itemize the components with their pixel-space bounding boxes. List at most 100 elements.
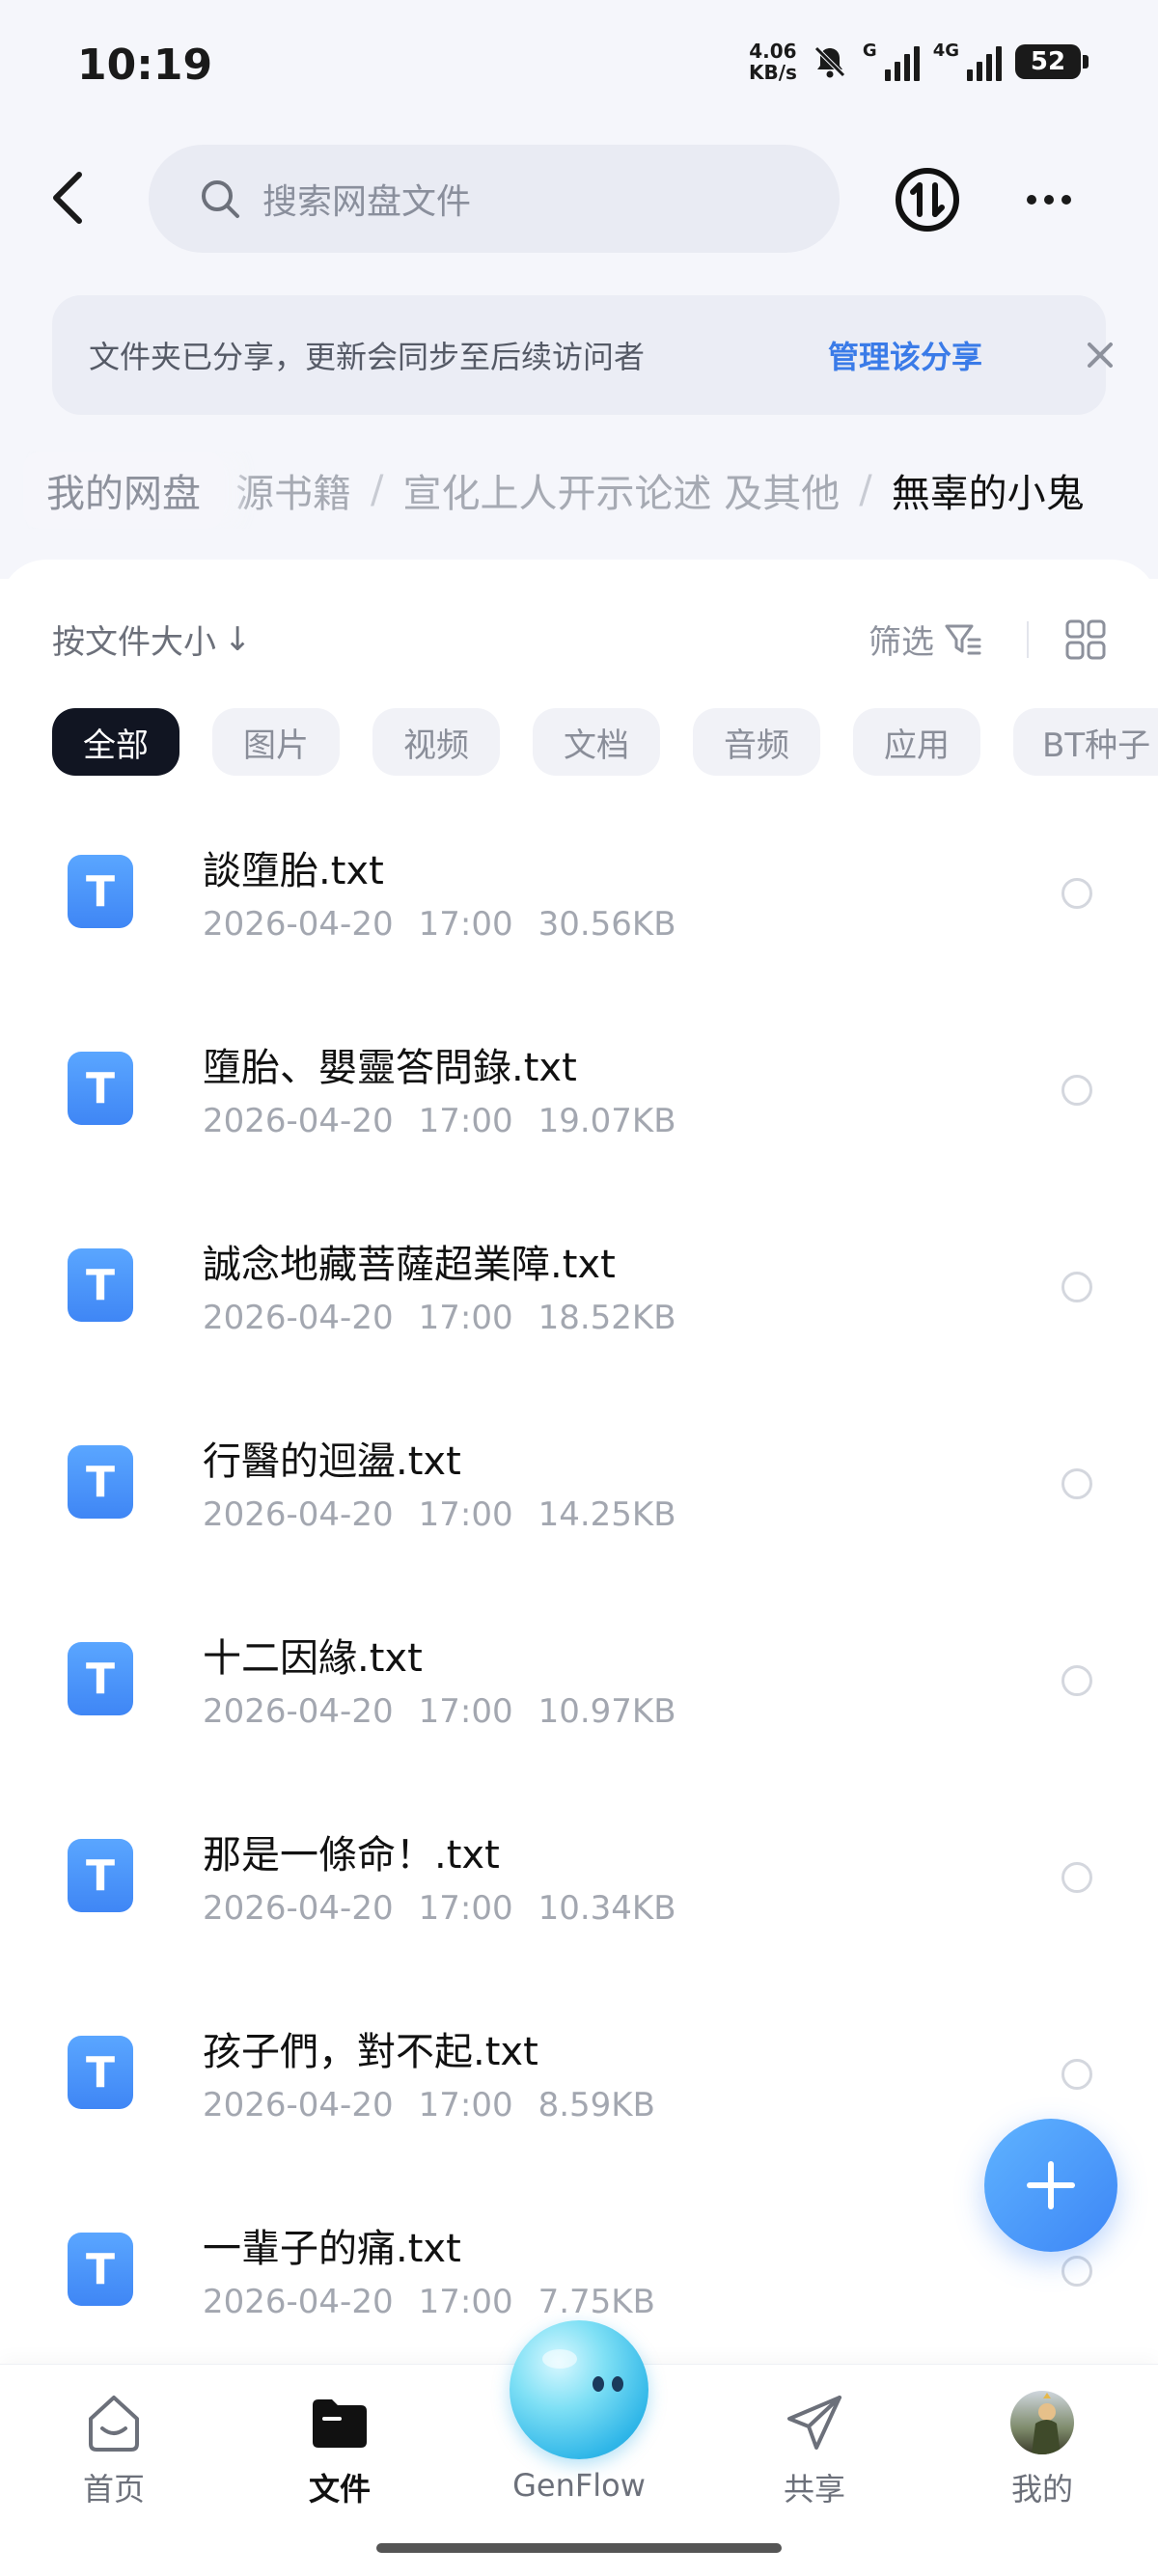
file-size: 10.34KB — [538, 1889, 676, 1928]
file-size: 14.25KB — [538, 1495, 676, 1534]
file-row[interactable]: T 談墮胎.txt 2026-04-20 17:00 30.56KB — [0, 793, 1158, 990]
select-radio[interactable] — [1062, 1862, 1092, 1893]
plus-icon — [1027, 2161, 1075, 2209]
file-date: 2026-04-20 — [203, 905, 394, 944]
select-radio[interactable] — [1062, 2256, 1092, 2287]
search-placeholder: 搜索网盘文件 — [262, 182, 472, 222]
breadcrumb-item[interactable]: 源书籍 — [235, 462, 351, 518]
grid-view-icon[interactable] — [1065, 619, 1106, 660]
more-dots-icon — [1027, 195, 1036, 205]
select-radio[interactable] — [1062, 1468, 1092, 1499]
file-row[interactable]: T 十二因緣.txt 2026-04-20 17:00 10.97KB — [0, 1580, 1158, 1777]
chip-documents[interactable]: 文档 — [533, 708, 660, 776]
nav-share[interactable]: 共享 — [737, 2388, 892, 2523]
home-indicator — [376, 2543, 782, 2553]
file-row[interactable]: T 行醫的迴盪.txt 2026-04-20 17:00 14.25KB — [0, 1384, 1158, 1580]
file-meta: 2026-04-20 17:00 10.34KB — [203, 1889, 702, 1928]
transfer-button[interactable] — [894, 166, 961, 233]
file-date: 2026-04-20 — [203, 1102, 394, 1140]
signal-icon — [884, 42, 920, 81]
breadcrumb-current: 無辜的小鬼 — [891, 472, 1085, 516]
file-row[interactable]: T 誠念地藏菩薩超業障.txt 2026-04-20 17:00 18.52KB — [0, 1187, 1158, 1384]
chip-audio[interactable]: 音频 — [693, 708, 820, 776]
breadcrumb: 我的网盘 源书籍 / 宣化上人开示论述 及其他 / 無辜的小鬼 — [0, 452, 1158, 529]
chip-all[interactable]: 全部 — [52, 708, 179, 776]
file-date: 2026-04-20 — [203, 2283, 394, 2321]
file-time: 17:00 — [418, 1495, 513, 1534]
chevron-left-icon — [53, 172, 82, 224]
filter-button[interactable]: 筛选 — [868, 616, 982, 663]
file-meta: 2026-04-20 17:00 19.07KB — [203, 1102, 702, 1140]
file-meta: 2026-04-20 17:00 30.56KB — [203, 905, 702, 944]
share-banner-text: 文件夹已分享，更新会同步至后续访问者 — [89, 339, 646, 375]
select-radio[interactable] — [1062, 878, 1092, 909]
file-name: 談墮胎.txt — [203, 849, 384, 893]
nav-genflow-label[interactable]: GenFlow — [482, 2467, 676, 2504]
status-time: 10:19 — [77, 41, 213, 90]
breadcrumb-home[interactable]: 我的网盘 — [23, 452, 224, 529]
nav-mine[interactable]: 我的 — [965, 2388, 1119, 2523]
nav-home[interactable]: 首页 — [37, 2388, 191, 2523]
chip-videos[interactable]: 视频 — [372, 708, 500, 776]
avatar — [1010, 2391, 1074, 2454]
breadcrumb-separator: / — [371, 468, 384, 512]
file-row[interactable]: T 那是一條命！.txt 2026-04-20 17:00 10.34KB — [0, 1777, 1158, 1974]
txt-file-icon: T — [68, 2233, 133, 2306]
file-meta: 2026-04-20 17:00 8.59KB — [203, 2086, 680, 2124]
file-time: 17:00 — [418, 1692, 513, 1731]
manage-share-link[interactable]: 管理该分享 — [828, 333, 982, 377]
file-meta: 2026-04-20 17:00 18.52KB — [203, 1299, 702, 1337]
select-radio[interactable] — [1062, 1272, 1092, 1302]
sort-arrow-icon: ↓ — [224, 619, 252, 659]
file-time: 17:00 — [418, 1102, 513, 1140]
sim2-label: 4G — [932, 41, 959, 61]
chip-images[interactable]: 图片 — [212, 708, 340, 776]
search-input[interactable]: 搜索网盘文件 — [149, 145, 840, 253]
filter-icon — [945, 624, 981, 654]
file-time: 17:00 — [418, 1889, 513, 1928]
sim1-label: G — [862, 41, 877, 61]
toolbar-divider — [1027, 621, 1029, 658]
file-size: 19.07KB — [538, 1102, 676, 1140]
select-radio[interactable] — [1062, 1075, 1092, 1106]
chip-bt-torrents[interactable]: BT种子 — [1013, 708, 1158, 776]
breadcrumb-item[interactable]: 宣化上人开示论述 及其他 — [402, 462, 840, 518]
file-time: 17:00 — [418, 2283, 513, 2321]
txt-file-icon: T — [68, 2036, 133, 2109]
sort-button[interactable]: 按文件大小 ↓ — [52, 616, 252, 663]
file-name: 十二因緣.txt — [203, 1636, 423, 1681]
status-bar: 10:19 4.06 KB/s G 4G 52 — [0, 0, 1158, 135]
file-time: 17:00 — [418, 2086, 513, 2124]
filter-label: 筛选 — [868, 623, 934, 662]
file-name: 那是一條命！.txt — [203, 1833, 500, 1877]
select-radio[interactable] — [1062, 2059, 1092, 2090]
chip-apps[interactable]: 应用 — [853, 708, 980, 776]
add-button[interactable] — [984, 2119, 1117, 2252]
close-icon[interactable] — [1087, 342, 1114, 369]
nav-files[interactable]: 文件 — [262, 2388, 417, 2523]
file-date: 2026-04-20 — [203, 2086, 394, 2124]
transfer-icon — [896, 168, 959, 232]
file-name: 行醫的迴盪.txt — [203, 1439, 461, 1484]
file-row[interactable]: T 墮胎、嬰靈答問錄.txt 2026-04-20 17:00 19.07KB — [0, 990, 1158, 1187]
file-name: 一輩子的痛.txt — [203, 2227, 461, 2271]
nav-home-label: 首页 — [82, 2471, 145, 2507]
select-radio[interactable] — [1062, 1665, 1092, 1696]
file-date: 2026-04-20 — [203, 1692, 394, 1731]
paper-plane-icon — [787, 2396, 841, 2450]
home-icon — [89, 2396, 139, 2452]
file-date: 2026-04-20 — [203, 1299, 394, 1337]
file-size: 10.97KB — [538, 1692, 676, 1731]
back-button[interactable] — [39, 164, 96, 232]
more-options-button[interactable] — [1015, 166, 1083, 233]
file-name: 孩子們，對不起.txt — [203, 2030, 538, 2074]
file-size: 7.75KB — [538, 2283, 655, 2321]
file-time: 17:00 — [418, 1299, 513, 1337]
file-size: 8.59KB — [538, 2086, 655, 2124]
file-row[interactable]: T 孩子們，對不起.txt 2026-04-20 17:00 8.59KB — [0, 1974, 1158, 2171]
file-meta: 2026-04-20 17:00 10.97KB — [203, 1692, 702, 1731]
genflow-orb-icon[interactable] — [510, 2320, 648, 2459]
file-time: 17:00 — [418, 905, 513, 944]
txt-file-icon: T — [68, 855, 133, 928]
folder-icon — [313, 2399, 367, 2448]
